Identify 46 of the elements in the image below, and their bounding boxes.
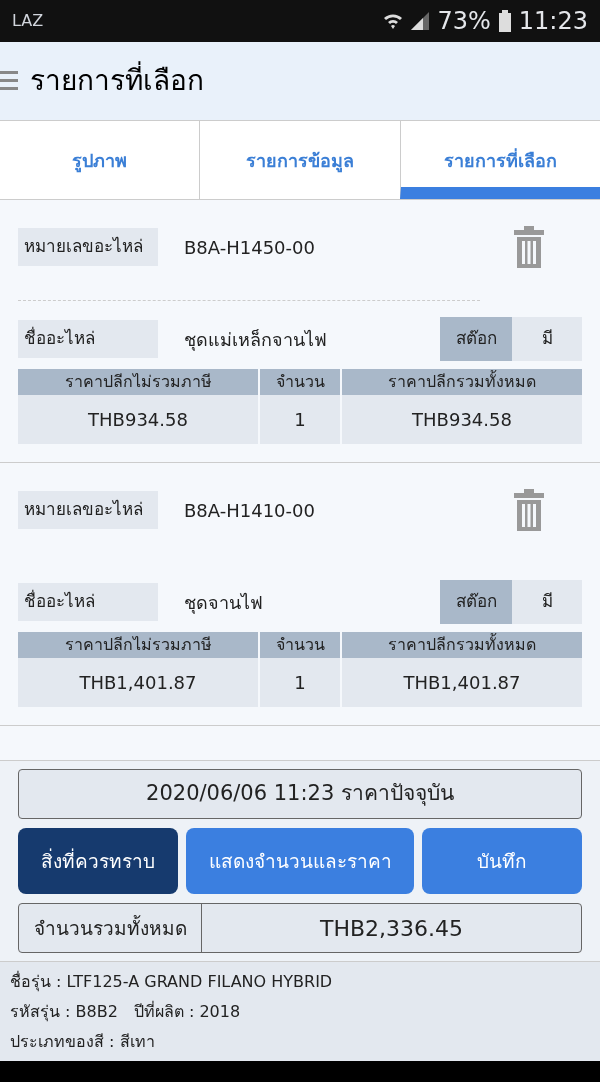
action-button[interactable]: สิ่งที่ควรทราบ: [18, 828, 178, 894]
total-value: THB2,336.45: [318, 914, 464, 943]
action-button[interactable]: แสดงจำนวนและราคา: [186, 828, 414, 894]
clock-text: 11:23: [518, 6, 588, 37]
column-header: ราคาปลีกรวมทั้งหมด: [342, 369, 582, 395]
model-code-text: รหัสรุ่น : B8B2: [10, 1001, 118, 1024]
stock-label: สต๊อก: [440, 317, 512, 361]
field-label: หมายเลขอะไหล่: [18, 491, 158, 529]
column-header: จำนวน: [260, 369, 340, 395]
column-header: จำนวน: [260, 632, 340, 658]
column-header: ราคาปลีกไม่รวมภาษี: [18, 369, 258, 395]
part-number: B8A-H1410-00: [184, 498, 315, 523]
table-cell: 1: [260, 658, 340, 707]
table-cell: THB934.58: [18, 395, 258, 444]
field-label: หมายเลขอะไหล่: [18, 228, 158, 266]
field-label: ชื่ออะไหล่: [18, 320, 158, 358]
part-name: ชุดจานไฟ: [184, 590, 263, 616]
table-cell: THB1,401.87: [342, 658, 582, 707]
tab[interactable]: รูปภาพ: [0, 121, 200, 199]
part-number: B8A-H1450-00: [184, 235, 315, 260]
table-cell: THB934.58: [342, 395, 582, 444]
trash-icon[interactable]: [514, 489, 544, 531]
page-title: รายการที่เลือก: [30, 60, 204, 102]
stock-value: มี: [512, 317, 582, 361]
battery-text: 73%: [437, 6, 491, 37]
menu-icon[interactable]: [0, 69, 18, 93]
action-button[interactable]: บันทึก: [422, 828, 582, 894]
trash-icon[interactable]: [514, 226, 544, 268]
part-name: ชุดแม่เหล็กจานไฟ: [184, 327, 327, 353]
signal-icon: [411, 12, 430, 30]
total-label: จำนวนรวมทั้งหมด: [19, 904, 202, 952]
stock-label: สต๊อก: [440, 580, 512, 624]
tab[interactable]: รายการข้อมูล: [199, 121, 400, 199]
wifi-icon: [383, 12, 404, 30]
table-cell: THB1,401.87: [18, 658, 258, 707]
table-cell: 1: [260, 395, 340, 444]
color-type-text: ประเภทของสี : สีเทา: [10, 1031, 156, 1053]
column-header: ราคาปลีกไม่รวมภาษี: [18, 632, 258, 658]
model-name-text: ชื่อรุ่น : LTF125-A GRAND FILANO HYBRID: [10, 970, 334, 994]
field-label: ชื่ออะไหล่: [18, 583, 158, 621]
battery-icon: [498, 10, 511, 32]
price-date-box: 2020/06/06 11:23 ราคาปัจจุบัน: [18, 769, 582, 819]
stock-value: มี: [512, 580, 582, 624]
carrier-text: LAZ: [12, 10, 44, 32]
year-text: ปีที่ผลิต : 2018: [133, 1000, 241, 1023]
column-header: ราคาปลีกรวมทั้งหมด: [342, 632, 582, 658]
